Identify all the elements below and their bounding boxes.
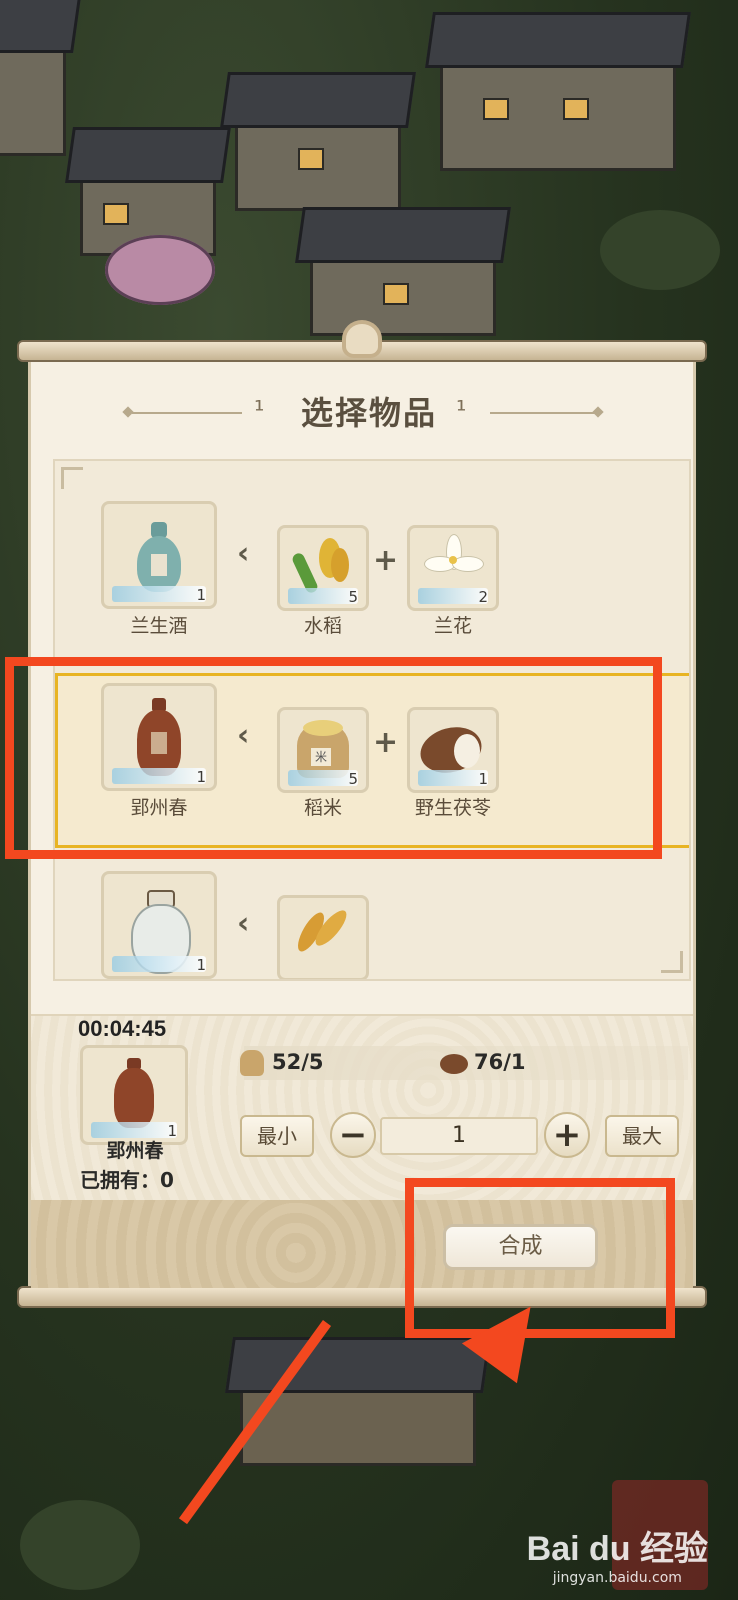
ingredient-slot[interactable] [277,895,369,979]
item-count: 1 [196,586,206,604]
scroll-knot [342,320,382,358]
swirl-left-icon: ¹ [254,396,265,426]
house [295,207,511,336]
quantity-field[interactable]: 1 [380,1117,538,1155]
chevron-left-icon: ‹ [237,536,250,571]
selected-item-name: 郢州春 [106,1140,164,1162]
ingredient-slot[interactable]: 2 [407,525,499,611]
bush [600,210,720,290]
resource-rice-count: 52/5 [272,1050,324,1074]
item-count: 1 [196,956,206,974]
orchid-flower-icon [422,534,484,594]
rice-sack-icon [240,1050,264,1076]
craft-timer: 00:04:45 [78,1016,167,1041]
dialog-title: 选择物品 [300,394,437,432]
watermark-brand: Bai du 经验 [526,1530,708,1568]
bush [20,1500,140,1590]
blossom-tree [105,235,215,305]
rice-plant-icon [290,534,353,596]
poria-mushroom-icon [440,1054,468,1074]
owned-count: 已拥有：0 [80,1168,174,1192]
chevron-left-icon: ‹ [237,906,250,941]
ingredient-name: 兰花 [433,615,472,637]
item-count: 2 [478,588,488,606]
increase-button[interactable]: + [544,1112,590,1158]
minus-icon: − [338,1115,368,1155]
house [425,12,691,171]
wine-bottle-blue-icon [137,522,181,592]
watermark: Bai du 经验 jingyan.baidu.com [527,1521,708,1586]
plus-icon: + [552,1115,582,1155]
product-name: 兰生酒 [130,615,188,637]
watermark-url: jingyan.baidu.com [552,1570,682,1586]
house [220,72,416,211]
product-slot[interactable]: 1 [101,871,217,979]
wine-jar-brown-icon [114,1058,154,1128]
item-count: 5 [348,588,358,606]
house [0,0,81,156]
swirl-right-icon: ¹ [456,396,467,426]
wheat-ear-icon [293,906,353,966]
annotation-highlight-recipe [5,657,662,859]
ingredient-name: 水稻 [303,615,342,637]
decrease-button[interactable]: − [330,1112,376,1158]
product-slot[interactable]: 1 [101,501,217,609]
recipe-row[interactable]: 1 ‹ [55,861,689,979]
resource-poria-count: 76/1 [474,1050,526,1074]
max-button[interactable]: 最大 [605,1115,679,1157]
selected-item-slot: 1 [80,1045,188,1145]
recipe-row[interactable]: 1 兰生酒 ‹ 5 水稻 + 2 兰花 [55,491,689,666]
ingredient-slot[interactable]: 5 [277,525,369,611]
min-button[interactable]: 最小 [240,1115,314,1157]
dialog-header: ¹ 选择物品 ¹ [0,388,738,438]
plus-icon: + [373,543,399,578]
